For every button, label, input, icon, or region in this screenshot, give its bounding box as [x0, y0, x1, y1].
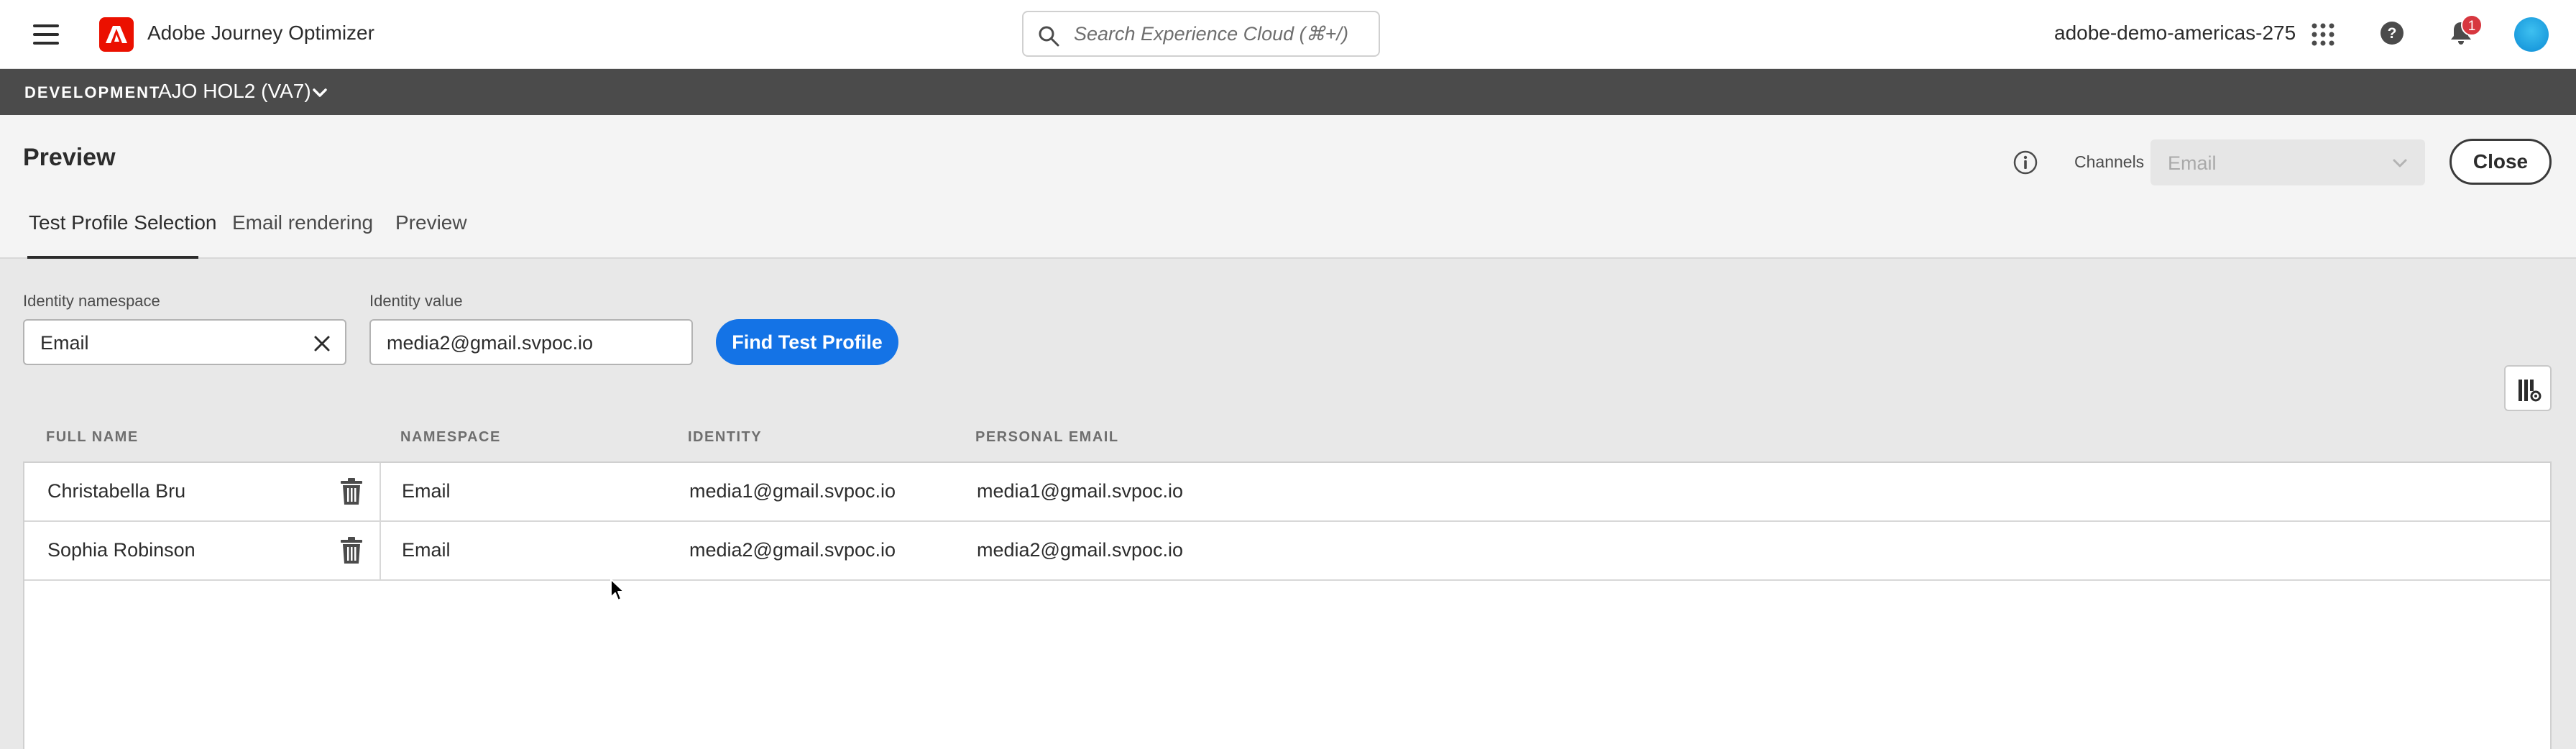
notification-badge: 1 — [2461, 14, 2483, 36]
cell-namespace: Email — [402, 480, 451, 502]
adobe-logo-icon[interactable] — [99, 17, 134, 52]
svg-text:?: ? — [2388, 25, 2397, 42]
cell-full-name: Christabella Bru — [47, 480, 186, 502]
cell-personal-email: media2@gmail.svpoc.io — [977, 539, 1184, 561]
tab-preview[interactable]: Preview — [395, 211, 467, 234]
info-icon[interactable] — [2012, 150, 2038, 175]
hamburger-menu-icon[interactable] — [33, 24, 59, 45]
identity-namespace-label: Identity namespace — [23, 292, 160, 310]
search-box[interactable] — [1022, 11, 1380, 57]
cell-identity: media1@gmail.svpoc.io — [689, 480, 896, 502]
apps-grid-icon[interactable] — [2310, 22, 2336, 47]
sandbox-name[interactable]: AJO HOL2 (VA7) — [158, 80, 311, 103]
cell-identity: media2@gmail.svpoc.io — [689, 539, 896, 561]
column-header-identity[interactable]: IDENTITY — [688, 429, 762, 446]
identity-value-label: Identity value — [369, 292, 463, 310]
identity-value-input[interactable] — [385, 329, 680, 357]
channels-label: Channels — [2074, 152, 2145, 171]
search-input[interactable] — [1072, 19, 1367, 48]
page-title: Preview — [23, 144, 116, 171]
clear-namespace-button[interactable] — [298, 319, 346, 365]
help-icon[interactable]: ? — [2379, 20, 2405, 46]
tab-test-profile-selection[interactable]: Test Profile Selection — [29, 211, 216, 234]
app-title[interactable]: Adobe Journey Optimizer — [147, 22, 374, 45]
column-header-full-name[interactable]: FULL NAME — [46, 429, 139, 446]
identity-namespace-input[interactable] — [39, 329, 283, 357]
sandbox-bar: DEVELOPMENT AJO HOL2 (VA7) — [0, 69, 2576, 115]
chevron-down-icon[interactable] — [310, 83, 329, 102]
column-divider — [380, 463, 381, 520]
cell-personal-email: media1@gmail.svpoc.io — [977, 480, 1184, 502]
cell-full-name: Sophia Robinson — [47, 539, 196, 561]
identity-value-field[interactable] — [369, 319, 693, 365]
table-row[interactable]: Sophia Robinson Email media2@gmail.svpoc… — [24, 522, 2550, 581]
chevron-down-icon — [2393, 159, 2407, 167]
trash-icon[interactable] — [339, 477, 364, 506]
identity-namespace-field[interactable] — [23, 319, 299, 365]
mouse-cursor-icon — [610, 579, 625, 601]
table-row[interactable]: Christabella Bru Email media1@gmail.svpo… — [24, 463, 2550, 522]
column-settings-icon — [2518, 380, 2542, 402]
profiles-table: Christabella Bru Email media1@gmail.svpo… — [23, 461, 2552, 749]
sandbox-environment: DEVELOPMENT — [24, 83, 161, 101]
top-shell-bar: Adobe Journey Optimizer adobe-demo-ameri… — [0, 0, 2576, 69]
close-icon — [314, 336, 330, 351]
preview-header: Preview Channels Email Close Test Profil… — [0, 115, 2576, 259]
cell-namespace: Email — [402, 539, 451, 561]
trash-icon[interactable] — [339, 536, 364, 565]
column-header-namespace[interactable]: NAMESPACE — [400, 429, 501, 446]
tab-email-rendering[interactable]: Email rendering — [232, 211, 373, 234]
column-divider — [380, 522, 381, 579]
active-tab-indicator — [27, 256, 198, 259]
close-button[interactable]: Close — [2450, 139, 2552, 185]
column-header-personal-email[interactable]: PERSONAL EMAIL — [975, 429, 1119, 446]
channels-select: Email — [2150, 139, 2425, 185]
search-icon — [1039, 26, 1059, 47]
find-test-profile-button[interactable]: Find Test Profile — [716, 319, 898, 365]
column-settings-button[interactable] — [2504, 365, 2552, 411]
channels-select-value: Email — [2168, 152, 2217, 174]
org-switcher[interactable]: adobe-demo-americas-275 — [2054, 22, 2296, 45]
user-avatar[interactable] — [2514, 17, 2549, 52]
